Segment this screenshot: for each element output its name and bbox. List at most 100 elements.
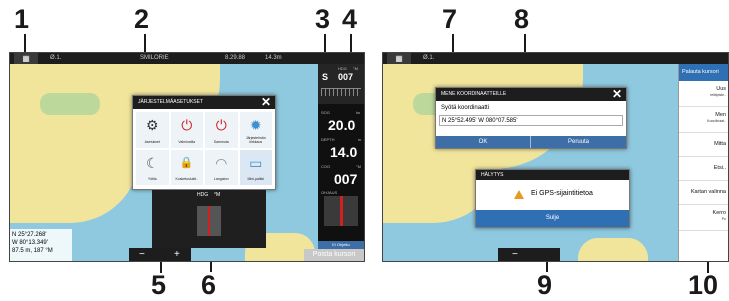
night-mode-icon: ☾ (145, 154, 159, 171)
zoom-controls: − (498, 248, 560, 261)
menu-item-find[interactable]: Etsi.. (679, 157, 728, 181)
grid-icon: ▦ (395, 54, 403, 63)
leader-7 (452, 34, 454, 54)
chart-land[interactable] (10, 153, 140, 223)
menu-item-info[interactable]: Kerro Po (679, 205, 728, 231)
callout-5: 5 (151, 270, 167, 300)
hdg-unit: °M (353, 66, 358, 71)
cog-value: 007 (334, 171, 358, 187)
compass-tape (321, 88, 361, 96)
settings-grid: ⚙ Asetukset ⏻ Valmiustila ⏻ Sammuta ✹ Jä… (136, 112, 272, 185)
lock-icon: 🔒 (179, 156, 194, 169)
mini-bar-popup[interactable]: HDG °M (152, 190, 266, 248)
home-menu-button[interactable]: ▦ (14, 53, 38, 64)
menu-item-label: Men (715, 112, 726, 118)
tile-label: Mini-palkki (247, 177, 265, 181)
menu-item-goto[interactable]: Men Koordinaat.. (679, 107, 728, 133)
callout-6: 6 (201, 270, 217, 300)
chart-land[interactable] (40, 93, 100, 115)
callout-8: 8 (514, 4, 530, 34)
warning-icon (514, 190, 524, 199)
minibar-icon: ▭ (249, 154, 263, 171)
status-text: SMILORIE (140, 55, 169, 61)
power-icon: ⏻ (215, 117, 227, 133)
hdg-label: HDG (197, 192, 209, 198)
hdg-gauge (197, 206, 221, 236)
dialog-buttons: OK Peruuta (436, 136, 626, 148)
menu-item-chart-options[interactable]: Kartan valinna (679, 181, 728, 205)
cancel-button[interactable]: Peruuta (531, 136, 626, 148)
zoom-out-button[interactable]: − (512, 248, 518, 261)
menu-item-sublabel: reittipiste.. (710, 93, 726, 97)
callout-1: 1 (14, 4, 30, 34)
tile-label: Sammuta (213, 139, 229, 144)
longitude: W 80°13.349' (12, 240, 48, 246)
sog-value: 20.0 (328, 117, 356, 133)
distance-bearing: 87.5 m, 187 °M (12, 248, 53, 254)
hdg-unit: °M (214, 192, 221, 198)
hdg-gauge-needle (208, 206, 210, 236)
callout-7: 7 (442, 4, 458, 34)
menu-item-label: Uus (716, 86, 726, 92)
coordinate-input[interactable]: N 25°52.495' W 080°07.585' (439, 115, 623, 126)
tile-label: Langaton (213, 177, 229, 181)
grid-icon: ▦ (22, 54, 30, 63)
latitude: N 25°27.268' (12, 232, 47, 238)
close-icon[interactable]: ✕ (261, 96, 271, 109)
touch-lock-tile[interactable]: 🔒 Kosketuslukit.. (170, 149, 203, 185)
night-mode-tile[interactable]: ☾ Yötila (136, 149, 169, 185)
hdg-label: HDG (338, 66, 347, 71)
sog-label: SOG (321, 110, 330, 115)
goto-coordinates-dialog: MENE KOORDINAATTEILLE ✕ Syötä koordinaat… (435, 87, 627, 149)
chart-land[interactable] (578, 238, 648, 261)
menu-item-sublabel: Po (721, 217, 726, 221)
zoom-out-button[interactable]: − (139, 248, 145, 261)
cog-label: COG (321, 164, 331, 169)
wireless-tile[interactable]: ◠ Langaton (205, 149, 238, 185)
dialog-title: MENE KOORDINAATTEILLE (436, 88, 626, 101)
menu-item-label: Kerro (712, 210, 726, 216)
cursor-position-box: N 25°27.268' W 80°13.349' 87.5 m, 187 °M (10, 229, 72, 261)
rudder-gauge (324, 196, 358, 226)
restore-cursor-button[interactable]: Palauta kursori (679, 64, 728, 81)
chart-screen-left: ▦ Ø.1. SMILORIE 8.29.88 14.3m N 25°27.26… (9, 52, 365, 262)
status-text: Ø.1. (50, 55, 62, 61)
dialog-title: JÄRJESTELMÄASETUKSET (133, 96, 275, 109)
cursor-context-menu: Palauta kursori Uus reittipiste.. Men Ko… (678, 64, 728, 261)
depth-value: 14.0 (330, 144, 358, 160)
standby-tile[interactable]: ⏻ Valmiustila (170, 112, 203, 148)
home-menu-button[interactable]: ▦ (387, 53, 411, 64)
heading-panel: HDG °M S 007 (318, 64, 364, 104)
depth-label: DEPTH (321, 137, 335, 142)
ok-button[interactable]: OK (436, 136, 531, 148)
menu-item-label: Mitta (714, 141, 726, 147)
leader-1 (24, 34, 26, 54)
menu-item-sublabel: Koordinaat.. (707, 119, 726, 123)
status-text: 8.29.88 (225, 55, 246, 61)
brightness-icon: ✹ (249, 117, 262, 133)
menu-item-measure[interactable]: Mitta (679, 133, 728, 157)
hdg-direction: S (322, 72, 329, 82)
tile-label: Järjestelmän kirkkaus (245, 135, 266, 144)
menu-item-label: Etsi.. (713, 165, 726, 171)
settings-tile[interactable]: ⚙ Asetukset (136, 112, 169, 148)
autopilot-status[interactable]: Ei Ohjettu (318, 241, 364, 249)
close-icon[interactable]: ✕ (612, 88, 622, 101)
menu-item-label: Kartan valinna (690, 189, 726, 195)
steering-label: OHJAUS (321, 190, 338, 195)
chart-screen-right: ▦ Ø.1. − MENE KOORDINAATTEILLE ✕ Syötä k… (382, 52, 729, 262)
tile-label: Asetukset (144, 139, 160, 144)
zoom-in-button[interactable]: + (174, 248, 180, 261)
system-settings-dialog: JÄRJESTELMÄASETUKSET ✕ ⚙ Asetukset ⏻ Val… (132, 95, 276, 190)
dialog-title: HÄLYTYS (476, 170, 629, 180)
remove-cursor-button[interactable]: Poista kursori (304, 249, 364, 261)
hdg-value: 007 (338, 72, 354, 82)
minibar-tile[interactable]: ▭ Mini-palkki (239, 149, 272, 185)
power-off-tile[interactable]: ⏻ Sammuta (205, 112, 238, 148)
instrument-bar[interactable]: HDG °M S 007 SOG kn 20.0 DEPTH m 14.0 CO… (318, 64, 364, 261)
status-text: 14.3m (265, 55, 282, 61)
brightness-tile[interactable]: ✹ Järjestelmän kirkkaus (239, 112, 272, 148)
close-alarm-button[interactable]: Sulje (476, 210, 629, 227)
gear-icon: ⚙ (145, 117, 159, 133)
menu-item-new-waypoint[interactable]: Uus reittipiste.. (679, 81, 728, 107)
